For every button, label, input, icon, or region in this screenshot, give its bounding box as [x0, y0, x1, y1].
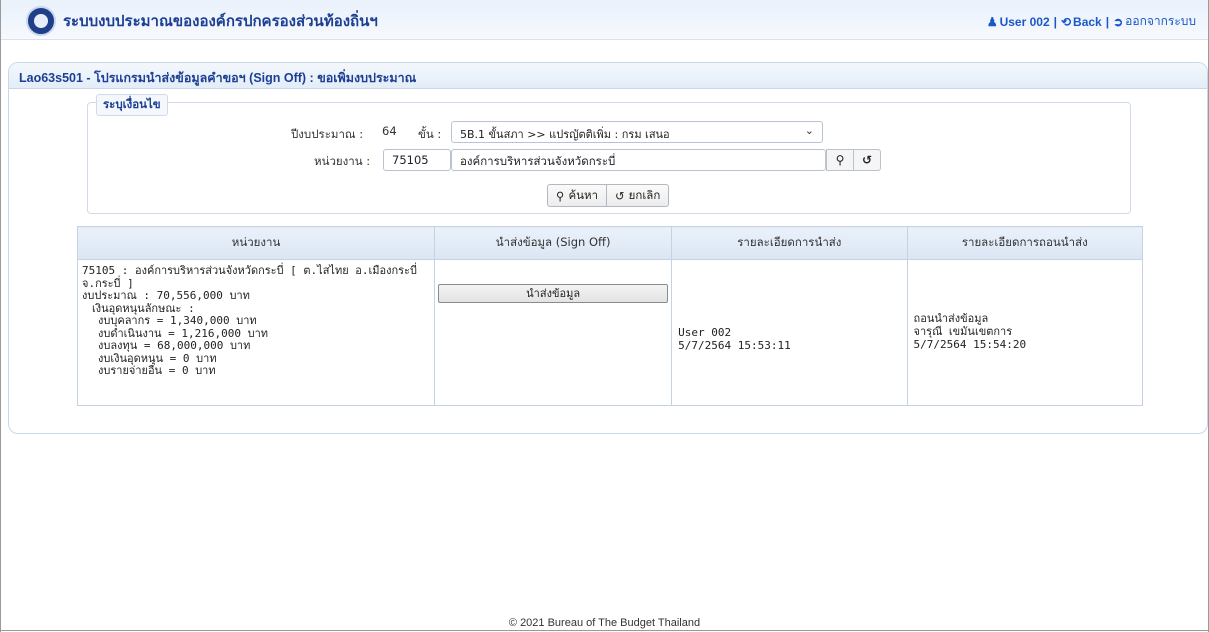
app-title: ระบบงบประมาณขององค์กรปกครองส่วนท้องถิ่นฯ: [63, 13, 378, 30]
filter-fieldset: ระบุเงื่อนไข ปีงบประมาณ : 64 ขั้น : 5B.1…: [87, 94, 1131, 214]
unit-line1: 75105 : องค์การบริหารส่วนจังหวัดกระบี่ […: [82, 264, 417, 277]
withdraw-title: ถอนนำส่งข้อมูล: [913, 312, 989, 325]
top-bar: ระบบงบประมาณขององค์กรปกครองส่วนท้องถิ่นฯ…: [1, 0, 1208, 40]
search-icon: ⚲: [556, 188, 565, 203]
cancel-button[interactable]: ↺ ยกเลิก: [607, 184, 670, 207]
unit-cell: 75105 : องค์การบริหารส่วนจังหวัดกระบี่ […: [76, 259, 436, 406]
year-value: 64: [382, 124, 397, 138]
emblem-logo-icon: [26, 6, 56, 36]
cancel-button-label: ยกเลิก: [628, 187, 661, 202]
separator: |: [1053, 14, 1057, 29]
stage-label: ขั้น :: [418, 127, 442, 141]
main-panel: Lao63s501 - โปรแกรมนำส่งข้อมูลคำขอฯ (Sig…: [8, 62, 1208, 434]
header-withdraw-detail: รายละเอียดการถอนนำส่ง: [906, 226, 1144, 260]
header-unit: หน่วยงาน: [76, 226, 436, 260]
result-table: หน่วยงาน นำส่งข้อมูล (Sign Off) รายละเอี…: [76, 226, 1144, 406]
back-icon[interactable]: ⟲: [1061, 15, 1071, 29]
submit-user: User 002: [678, 326, 732, 339]
logout-icon[interactable]: ➲: [1113, 15, 1123, 29]
reset-icon: ↺: [615, 188, 625, 203]
budget-item: งบลงทุน = 68,000,000 บาท: [98, 339, 251, 352]
unit-label: หน่วยงาน :: [314, 154, 371, 168]
unit-reset-button[interactable]: ↺: [853, 149, 881, 171]
separator: |: [1105, 14, 1110, 29]
reset-icon: ↺: [861, 153, 873, 167]
bottom-divider: [0, 630, 1209, 631]
chevron-down-icon: ⌄: [804, 124, 814, 137]
table-row: 75105 : องค์การบริหารส่วนจังหวัดกระบี่ […: [76, 259, 1144, 406]
year-label: ปีงบประมาณ :: [291, 127, 364, 141]
filter-actions: ⚲ ค้นหา ↺ ยกเลิก: [547, 184, 670, 207]
stage-select[interactable]: 5B.1 ขั้นสภา >> แปรญัตติเพิ่ม : กรม เสนอ…: [451, 121, 823, 143]
footer-copyright: © 2021 Bureau of The Budget Thailand: [508, 617, 701, 629]
search-icon: ⚲: [835, 153, 845, 167]
user-icon: ♟: [986, 14, 998, 29]
filter-legend: ระบุเงื่อนไข: [96, 94, 168, 116]
back-link[interactable]: Back: [1073, 15, 1102, 29]
sign-off-cell: นำส่งข้อมูล: [434, 259, 673, 406]
unit-name-field[interactable]: องค์การบริหารส่วนจังหวัดกระบี่: [451, 149, 826, 171]
unit-search-button[interactable]: ⚲: [826, 149, 854, 171]
sign-off-button[interactable]: นำส่งข้อมูล: [438, 284, 669, 303]
user-menu: ♟ User 002 | ⟲ Back | ➲ ออกจากระบบ: [987, 12, 1196, 31]
withdraw-time: 5/7/2564 15:54:20: [913, 338, 1027, 351]
budget-item: งบรายจ่ายอื่น = 0 บาท: [98, 364, 216, 377]
budget-total: งบประมาณ : 70,556,000 บาท: [82, 289, 250, 302]
user-link[interactable]: User 002: [1000, 15, 1050, 29]
withdraw-detail-cell: ถอนนำส่งข้อมูล จารุณี เขมันเขตการ 5/7/25…: [906, 259, 1144, 406]
stage-selected-value: 5B.1 ขั้นสภา >> แปรญัตติเพิ่ม : กรม เสนอ: [460, 128, 670, 141]
header-sign-off: นำส่งข้อมูล (Sign Off): [434, 226, 673, 260]
budget-item: งบบุคลากร = 1,340,000 บาท: [98, 314, 257, 327]
unit-code-field[interactable]: 75105: [383, 149, 451, 171]
submit-detail-cell: User 002 5/7/2564 15:53:11: [671, 259, 908, 406]
withdraw-user: จารุณี เขมันเขตการ: [913, 325, 1013, 338]
page-title: Lao63s501 - โปรแกรมนำส่งข้อมูลคำขอฯ (Sig…: [9, 63, 1207, 89]
submit-time: 5/7/2564 15:53:11: [678, 339, 791, 352]
search-button-label: ค้นหา: [568, 187, 599, 202]
search-button[interactable]: ⚲ ค้นหา: [547, 184, 608, 207]
table-header-row: หน่วยงาน นำส่งข้อมูล (Sign Off) รายละเอี…: [76, 226, 1144, 260]
header-submit-detail: รายละเอียดการนำส่ง: [671, 226, 908, 260]
logout-link[interactable]: ออกจากระบบ: [1125, 12, 1196, 31]
